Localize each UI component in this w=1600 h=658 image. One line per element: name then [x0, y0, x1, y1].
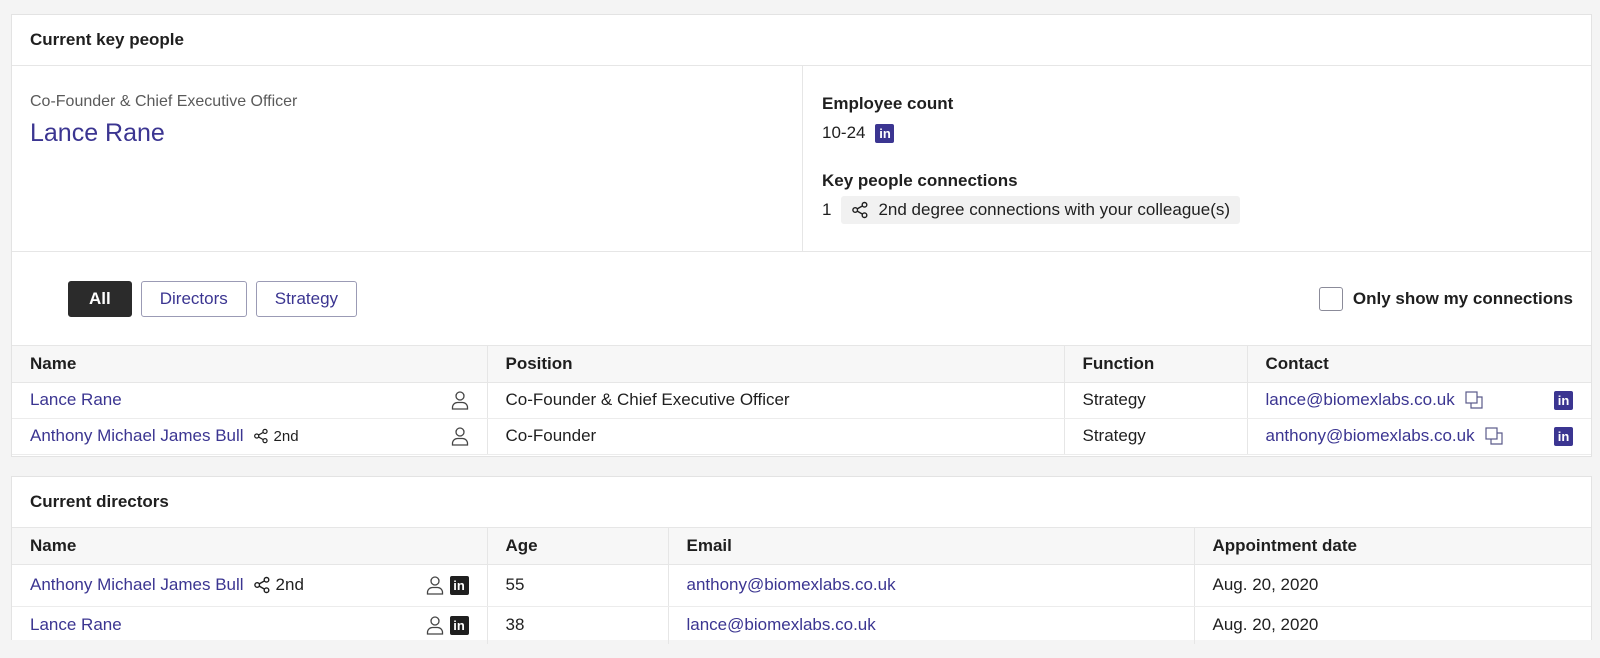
employee-count-value: 10-24 — [822, 123, 866, 142]
linkedin-icon[interactable]: in — [449, 575, 469, 595]
column-header-contact[interactable]: Contact — [1247, 346, 1591, 383]
filter-chips: All Directors Strategy — [68, 281, 366, 317]
person-name-link[interactable]: Anthony Michael James Bull — [30, 426, 244, 446]
person-icon[interactable] — [426, 575, 444, 595]
director-name-link[interactable]: Lance Rane — [30, 615, 122, 635]
column-header-age[interactable]: Age — [487, 528, 669, 565]
connection-degree-badge: 2nd — [253, 575, 304, 595]
key-people-card: Current key people Co-Founder & Chief Ex… — [11, 14, 1592, 457]
email-link[interactable]: lance@biomexlabs.co.uk — [687, 615, 876, 634]
linkedin-icon[interactable]: in — [1554, 426, 1573, 446]
function-cell: Strategy — [1064, 382, 1248, 419]
linkedin-icon[interactable]: in — [1554, 390, 1573, 410]
table-row: Lance Rane in 38 lance@biomexlabs.co.uk … — [12, 606, 1591, 644]
copy-icon[interactable] — [1485, 427, 1503, 445]
column-header-appointment-date[interactable]: Appointment date — [1194, 528, 1591, 565]
appointment-date-cell: Aug. 20, 2020 — [1194, 564, 1591, 607]
filter-directors-button[interactable]: Directors — [140, 281, 247, 317]
employee-count-label: Employee count — [822, 94, 954, 113]
connections-pill[interactable]: 2nd degree connections with your colleag… — [841, 196, 1241, 224]
table-header-row: Name Position Function Contact — [12, 346, 1591, 383]
connection-degree-badge: 2nd — [253, 428, 299, 445]
age-cell: 55 — [487, 564, 669, 607]
email-link[interactable]: anthony@biomexlabs.co.uk — [1266, 426, 1475, 446]
directors-card: Current directors Name Age Email Appoint… — [11, 476, 1592, 644]
email-link[interactable]: lance@biomexlabs.co.uk — [1266, 390, 1455, 410]
column-header-position[interactable]: Position — [487, 346, 1065, 383]
share-icon — [253, 428, 268, 444]
employee-count: 10-24 in — [822, 122, 1573, 144]
key-people-summary: Co-Founder & Chief Executive Officer Lan… — [12, 66, 1591, 252]
connection-degree-text: 2nd — [273, 427, 299, 445]
linkedin-icon[interactable]: in — [875, 123, 895, 143]
filter-bar: All Directors Strategy Only show my conn… — [12, 252, 1591, 346]
connections-summary: 1 2nd degree connections with your colle… — [822, 196, 1573, 224]
ceo-panel: Co-Founder & Chief Executive Officer Lan… — [12, 66, 803, 251]
only-my-connections-toggle[interactable]: Only show my connections — [1318, 287, 1573, 311]
ceo-role: Co-Founder & Chief Executive Officer — [30, 93, 298, 110]
connections-count: 1 — [822, 200, 832, 219]
person-name-link[interactable]: Lance Rane — [30, 390, 122, 410]
email-link[interactable]: anthony@biomexlabs.co.uk — [687, 575, 896, 594]
age-cell: 38 — [487, 606, 669, 644]
connections-text: 2nd degree connections with your colleag… — [878, 200, 1231, 219]
appointment-date-cell: Aug. 20, 2020 — [1212, 615, 1319, 635]
column-header-function[interactable]: Function — [1064, 346, 1248, 383]
copy-icon[interactable] — [1465, 391, 1483, 409]
person-icon[interactable] — [451, 390, 469, 410]
director-name-link[interactable]: Anthony Michael James Bull — [30, 575, 244, 595]
ceo-name-link[interactable]: Lance Rane — [30, 119, 165, 148]
linkedin-icon[interactable]: in — [449, 615, 469, 635]
table-row: Anthony Michael James Bull 2nd — [12, 418, 1591, 455]
table-row: Lance Rane Co-Founder & Chief Executive … — [12, 382, 1591, 419]
key-people-table: Name Position Function Contact Lance Ran… — [12, 346, 1591, 455]
position-cell: Co-Founder — [487, 418, 1065, 455]
connection-degree-text: 2nd — [275, 575, 304, 594]
share-icon — [852, 201, 868, 219]
connections-label: Key people connections — [822, 171, 1018, 190]
column-header-name[interactable]: Name — [12, 346, 488, 383]
only-my-connections-checkbox[interactable] — [1318, 287, 1343, 311]
company-stats-panel: Employee count 10-24 in Key people conne… — [803, 66, 1591, 251]
function-cell: Strategy — [1064, 418, 1248, 455]
key-people-title: Current key people — [12, 15, 1591, 66]
filter-strategy-button[interactable]: Strategy — [255, 281, 358, 317]
filter-all-button[interactable]: All — [68, 281, 132, 317]
directors-title: Current directors — [12, 477, 1591, 528]
person-icon[interactable] — [426, 615, 444, 635]
position-cell: Co-Founder & Chief Executive Officer — [487, 382, 1065, 419]
table-row: Anthony Michael James Bull 2nd — [12, 564, 1591, 607]
only-my-connections-label: Only show my connections — [1352, 289, 1573, 308]
column-header-name[interactable]: Name — [12, 528, 488, 565]
share-icon — [253, 576, 270, 594]
directors-table: Name Age Email Appointment date Anthony … — [12, 528, 1591, 644]
person-icon[interactable] — [451, 426, 469, 446]
column-header-email[interactable]: Email — [668, 528, 1195, 565]
table-header-row: Name Age Email Appointment date — [12, 528, 1591, 565]
